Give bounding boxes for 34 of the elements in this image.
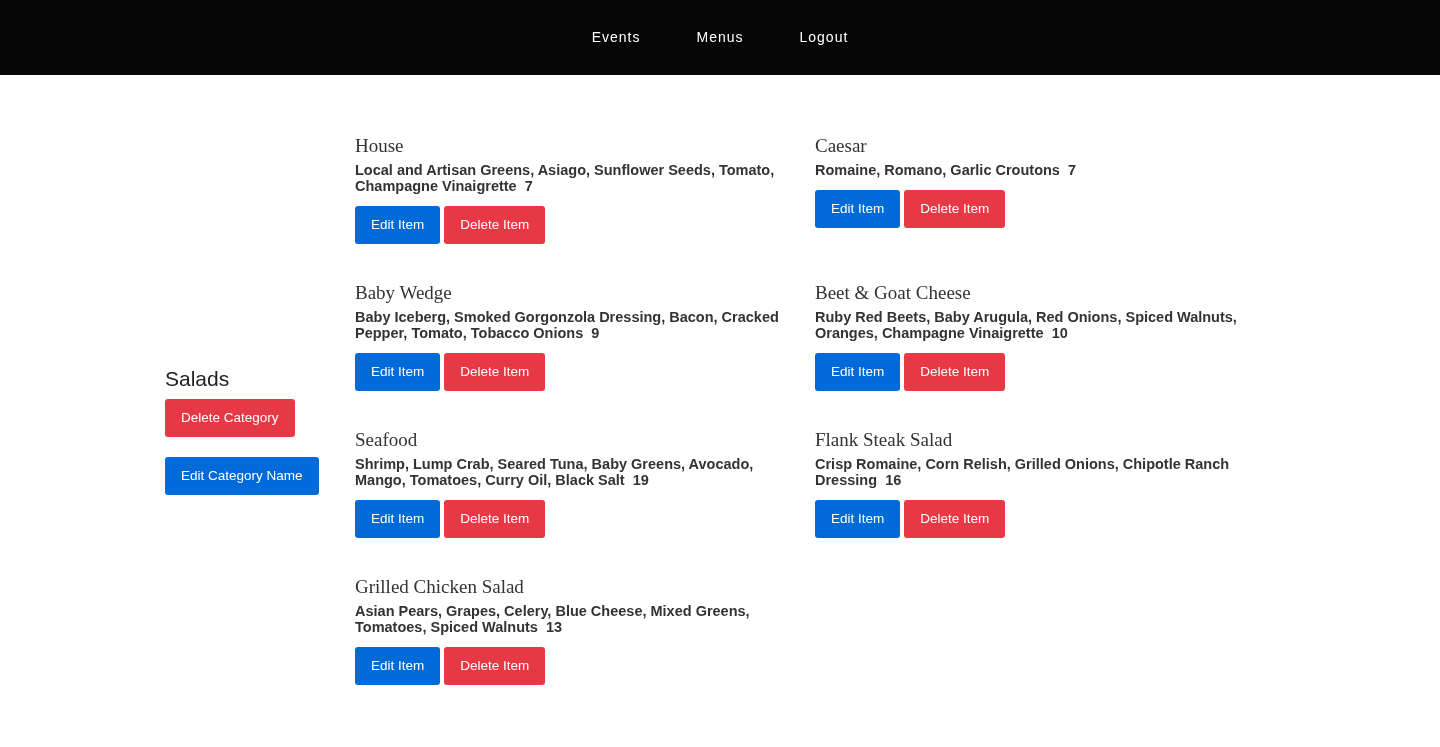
item-title: Grilled Chicken Salad [355, 576, 525, 599]
edit-item-button[interactable]: Edit Item [815, 189, 901, 228]
edit-item-button[interactable]: Edit Item [815, 352, 901, 391]
delete-item-button[interactable]: Delete Item [444, 352, 546, 391]
edit-category-button[interactable]: Edit Category Name [165, 456, 319, 495]
item-description: Shrimp, Lump Crab, Seared Tuna, Baby Greens, Avocado, Mango, Tomatoes, Curry Oil, Black Salt 19 [355, 455, 755, 488]
item-description: Ruby Red Beets, Baby Arugula, Red Onions, Spiced Walnuts, Oranges, Champagne Vinaigrette 10 [815, 308, 1238, 341]
edit-item-button[interactable]: Edit Item [355, 352, 441, 391]
item-title: Caesar [815, 135, 868, 158]
nav-link[interactable]: Events [563, 27, 669, 48]
nav-link[interactable]: Menus [668, 27, 772, 48]
delete-item-button[interactable]: Delete Item [904, 499, 1006, 538]
edit-item-button[interactable]: Edit Item [815, 499, 901, 538]
edit-item-button[interactable]: Edit Item [355, 499, 441, 538]
item-title: Baby Wedge [355, 282, 453, 305]
item-description: Romaine, Romano, Garlic Croutons 7 [815, 161, 1078, 178]
item-title: Flank Steak Salad [815, 429, 954, 452]
item-description: Asian Pears, Grapes, Celery, Blue Cheese, Mixed Greens, Tomatoes, Spiced Walnuts 13 [355, 602, 751, 635]
delete-item-button[interactable]: Delete Item [904, 352, 1006, 391]
item-title: Beet & Goat Cheese [815, 282, 972, 305]
delete-item-button[interactable]: Delete Item [444, 646, 546, 685]
delete-item-button[interactable]: Delete Item [444, 499, 546, 538]
item-title: Seafood [355, 429, 419, 452]
category-title: Salads [165, 366, 231, 393]
delete-item-button[interactable]: Delete Item [904, 189, 1006, 228]
item-description: Baby Iceberg, Smoked Gorgonzola Dressing, Bacon, Cracked Pepper, Tomato, Tobacco Onions 9 [355, 308, 780, 341]
delete-item-button[interactable]: Delete Item [444, 205, 546, 244]
item-description: Local and Artisan Greens, Asiago, Sunflower Seeds, Tomato, Champagne Vinaigrette 7 [355, 161, 776, 194]
item-title: House [355, 135, 405, 158]
edit-item-button[interactable]: Edit Item [355, 646, 441, 685]
edit-item-button[interactable]: Edit Item [355, 205, 441, 244]
item-description: Crisp Romaine, Corn Relish, Grilled Onions, Chipotle Ranch Dressing 16 [815, 455, 1231, 488]
delete-category-button[interactable]: Delete Category [165, 398, 295, 437]
nav-link[interactable]: Logout [771, 27, 877, 48]
